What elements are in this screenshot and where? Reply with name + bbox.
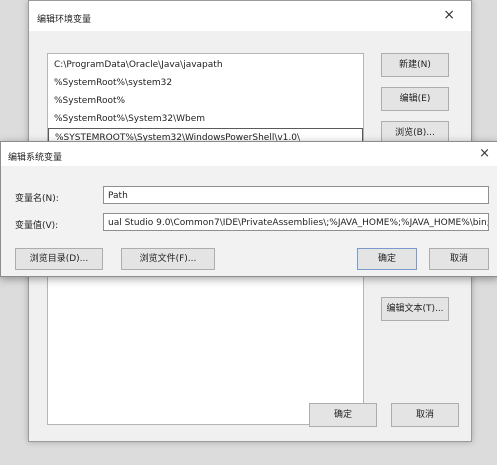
variable-name-label: 变量名(N): (15, 194, 59, 204)
edit-system-variable-titlebar: 编辑系统变量 × (1, 142, 497, 166)
path-item[interactable]: %SystemRoot% (48, 92, 363, 110)
edit-env-variable-title: 编辑环境变量 (37, 15, 92, 25)
ok-button[interactable]: 确定 (357, 248, 417, 270)
new-button[interactable]: 新建(N) (381, 53, 449, 77)
edit-system-variable-dialog: 编辑系统变量 × 变量名(N): Path 变量值(V): ual Studio… (0, 141, 497, 277)
cancel-button[interactable]: 取消 (391, 403, 459, 427)
variable-value-input[interactable]: ual Studio 9.0\Common7\IDE\PrivateAssemb… (103, 213, 489, 231)
variable-value-label: 变量值(V): (15, 221, 59, 231)
variable-name-input[interactable]: Path (103, 186, 489, 204)
edit-env-variable-titlebar: 编辑环境变量 × (29, 1, 471, 31)
path-item[interactable]: %SystemRoot%\System32\Wbem (48, 110, 363, 128)
close-icon[interactable]: × (443, 7, 455, 23)
close-icon[interactable]: × (479, 146, 490, 161)
edit-text-button[interactable]: 编辑文本(T)... (381, 297, 449, 321)
path-item[interactable]: %SystemRoot%\system32 (48, 74, 363, 92)
edit-system-variable-title: 编辑系统变量 (8, 153, 63, 163)
edit-button[interactable]: 编辑(E) (381, 87, 449, 111)
browse-directory-button[interactable]: 浏览目录(D)... (15, 248, 103, 270)
ok-button[interactable]: 确定 (309, 403, 377, 427)
browse-file-button[interactable]: 浏览文件(F)... (121, 248, 215, 270)
cancel-button[interactable]: 取消 (429, 248, 489, 270)
path-item[interactable]: C:\ProgramData\Oracle\Java\javapath (48, 56, 363, 74)
